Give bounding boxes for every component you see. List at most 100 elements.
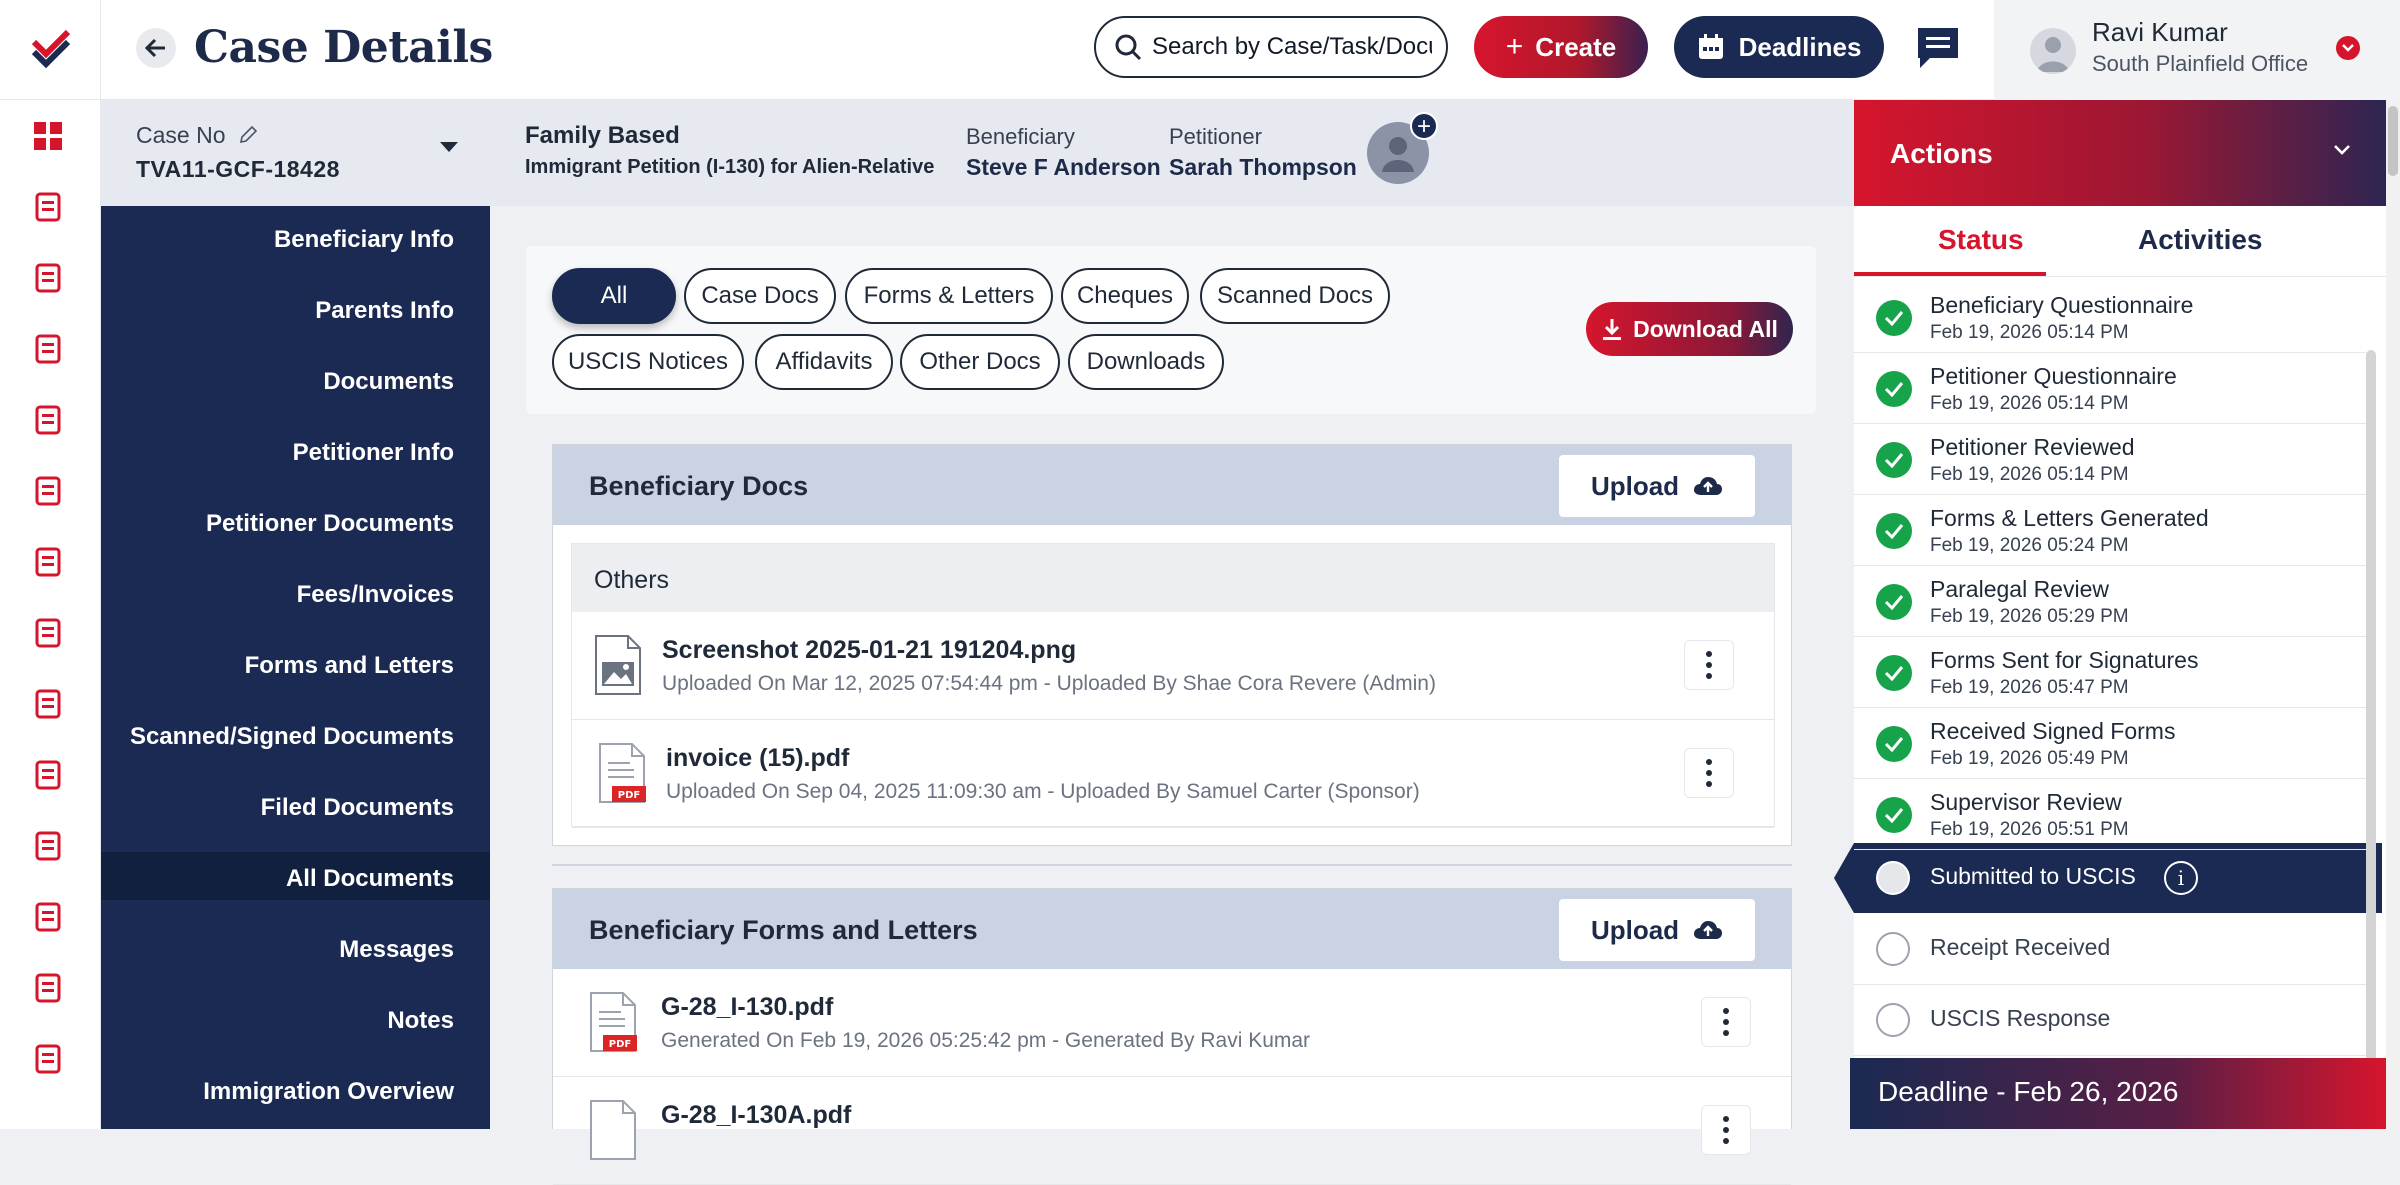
file-meta: Generated On Feb 19, 2026 05:25:42 pm - … (661, 1029, 1311, 1052)
status-name: Paralegal Review (1930, 576, 2109, 602)
status-date: Feb 19, 2026 05:47 PM (1930, 677, 2129, 698)
status-date: Feb 19, 2026 05:29 PM (1930, 606, 2129, 627)
sidebar-item-petitioner-documents[interactable]: Petitioner Documents (206, 510, 454, 538)
more-options-icon[interactable] (1701, 1105, 1751, 1155)
file-name[interactable]: G-28_I-130.pdf (661, 993, 833, 1022)
group-header (572, 544, 1774, 612)
status-row[interactable]: Beneficiary Questionnaire Feb 19, 2026 05… (1854, 282, 2366, 353)
status-name: Received Signed Forms (1930, 718, 2176, 744)
sidebar-item-documents[interactable]: Documents (323, 368, 454, 396)
status-date: Feb 19, 2026 05:49 PM (1930, 748, 2129, 769)
case-type: Family Based (525, 122, 680, 149)
collapse-chevron-icon[interactable] (2330, 138, 2354, 162)
status-row[interactable]: Submitted to USCIS i (1854, 843, 2366, 914)
filter-chip-all[interactable]: All (552, 268, 676, 324)
fees-icon[interactable] (30, 686, 66, 722)
status-row[interactable]: Petitioner Reviewed Feb 19, 2026 05:14 PM (1854, 424, 2366, 495)
more-options-icon[interactable] (1684, 748, 1734, 798)
filter-chip-affidavits[interactable]: Affidavits (755, 334, 893, 390)
status-row[interactable]: Petitioner Questionnaire Feb 19, 2026 05:… (1854, 353, 2366, 424)
sidebar-item-notes[interactable]: Notes (387, 1007, 454, 1035)
status-row[interactable]: Receipt Received (1854, 914, 2366, 985)
user-icon[interactable] (30, 828, 66, 864)
status-radio-icon[interactable] (1876, 861, 1910, 895)
sidebar-item-parents-info[interactable]: Parents Info (315, 297, 454, 325)
back-button[interactable] (136, 28, 176, 68)
filter-chip-downloads[interactable]: Downloads (1068, 334, 1224, 390)
more-options-icon[interactable] (1684, 640, 1734, 690)
document-check-icon[interactable] (30, 260, 66, 296)
sidebar-item-immigration-overview[interactable]: Immigration Overview (203, 1078, 454, 1106)
page-scrollbar-thumb[interactable] (2388, 106, 2398, 176)
tab-status[interactable]: Status (1938, 224, 2024, 256)
app-logo[interactable] (0, 0, 101, 100)
group-title: Others (594, 566, 670, 594)
case-dropdown-chevron-icon[interactable] (440, 142, 458, 152)
filter-chip-case-docs[interactable]: Case Docs (684, 268, 836, 324)
forms-icon[interactable] (30, 331, 66, 367)
status-row[interactable]: Forms & Letters Generated Feb 19, 2026 05… (1854, 495, 2366, 566)
folder-icon[interactable] (30, 970, 66, 1006)
notebook-icon[interactable] (30, 544, 66, 580)
dashboard-icon[interactable] (30, 118, 66, 154)
chat-icon[interactable] (30, 473, 66, 509)
sidebar-item-fees-invoices[interactable]: Fees/Invoices (297, 581, 454, 609)
status-row[interactable]: USCIS Response (1854, 985, 2366, 1056)
notes-icon[interactable] (30, 1041, 66, 1077)
status-row[interactable]: Forms Sent for Signatures Feb 19, 2026 05… (1854, 637, 2366, 708)
deadlines-button[interactable]: Deadlines (1674, 16, 1884, 78)
filter-chip-uscis-notices[interactable]: USCIS Notices (552, 334, 744, 390)
status-name: Forms Sent for Signatures (1930, 647, 2199, 673)
sidebar-item-messages[interactable]: Messages (339, 936, 454, 964)
user-menu-chevron-icon[interactable] (2336, 36, 2360, 60)
check-circle-icon (1876, 584, 1912, 620)
section-beneficiary-docs: Beneficiary Docs Upload Others Screensho… (552, 444, 1792, 846)
file-name[interactable]: invoice (15).pdf (666, 744, 849, 773)
upload-button[interactable]: Upload (1559, 455, 1755, 517)
file-row[interactable]: PDF G-28_I-130.pdf Generated On Feb 19, … (553, 969, 1791, 1077)
task-check-icon[interactable] (30, 402, 66, 438)
filter-chip-cheques[interactable]: Cheques (1061, 268, 1189, 324)
status-row[interactable]: Paralegal Review Feb 19, 2026 05:29 PM (1854, 566, 2366, 637)
status-date: Feb 19, 2026 05:14 PM (1930, 322, 2129, 343)
status-radio-icon[interactable] (1876, 1003, 1910, 1037)
status-radio-icon[interactable] (1876, 932, 1910, 966)
info-icon[interactable]: i (2164, 861, 2198, 895)
filter-chip-other-docs[interactable]: Other Docs (900, 334, 1060, 390)
sidebar-item-all-documents[interactable]: All Documents (286, 865, 454, 893)
users-icon[interactable] (30, 899, 66, 935)
status-row[interactable]: Received Signed Forms Feb 19, 2026 05:49 … (1854, 708, 2366, 779)
sidebar-item-forms-and-letters[interactable]: Forms and Letters (245, 652, 454, 680)
sidebar-item-scanned-signed-documents[interactable]: Scanned/Signed Documents (130, 723, 454, 751)
status-row[interactable]: Supervisor Review Feb 19, 2026 05:51 PM (1854, 779, 2366, 850)
case-selector[interactable] (101, 100, 490, 206)
actions-title: Actions (1890, 138, 1993, 169)
filter-chip-scanned-docs[interactable]: Scanned Docs (1200, 268, 1390, 324)
status-list-scrollbar[interactable] (2366, 350, 2376, 1070)
messages-button[interactable] (1914, 26, 1962, 70)
file-row[interactable]: G-28_I-130A.pdf (553, 1077, 1791, 1185)
sidebar-item-petitioner-info[interactable]: Petitioner Info (293, 439, 454, 467)
page-scrollbar[interactable] (2386, 100, 2400, 1129)
sidebar-item-filed-documents[interactable]: Filed Documents (261, 794, 454, 822)
more-options-icon[interactable] (1701, 997, 1751, 1047)
file-name[interactable]: Screenshot 2025-01-21 191204.png (662, 636, 1076, 665)
edit-doc-icon[interactable] (30, 615, 66, 651)
sidebar-item-beneficiary-info[interactable]: Beneficiary Info (274, 226, 454, 254)
file-name[interactable]: G-28_I-130A.pdf (661, 1101, 851, 1130)
status-date: Feb 19, 2026 05:24 PM (1930, 535, 2129, 556)
download-all-button[interactable]: Download All (1586, 302, 1793, 356)
search-box[interactable] (1094, 16, 1448, 78)
file-row[interactable]: Screenshot 2025-01-21 191204.png Uploade… (572, 612, 1774, 720)
create-button[interactable]: + Create (1474, 16, 1648, 78)
cases-icon[interactable] (30, 189, 66, 225)
upload-button[interactable]: Upload (1559, 899, 1755, 961)
deadlines-label: Deadlines (1738, 31, 1862, 62)
tab-activities[interactable]: Activities (2138, 224, 2263, 256)
search-input[interactable] (1152, 33, 1432, 61)
add-contact-plus-icon[interactable]: + (1410, 112, 1438, 140)
file-row[interactable]: PDF invoice (15).pdf Uploaded On Sep 04,… (572, 720, 1774, 828)
clipboard-icon[interactable] (30, 757, 66, 793)
filter-chip-forms-letters[interactable]: Forms & Letters (845, 268, 1053, 324)
pencil-icon[interactable] (238, 125, 258, 145)
